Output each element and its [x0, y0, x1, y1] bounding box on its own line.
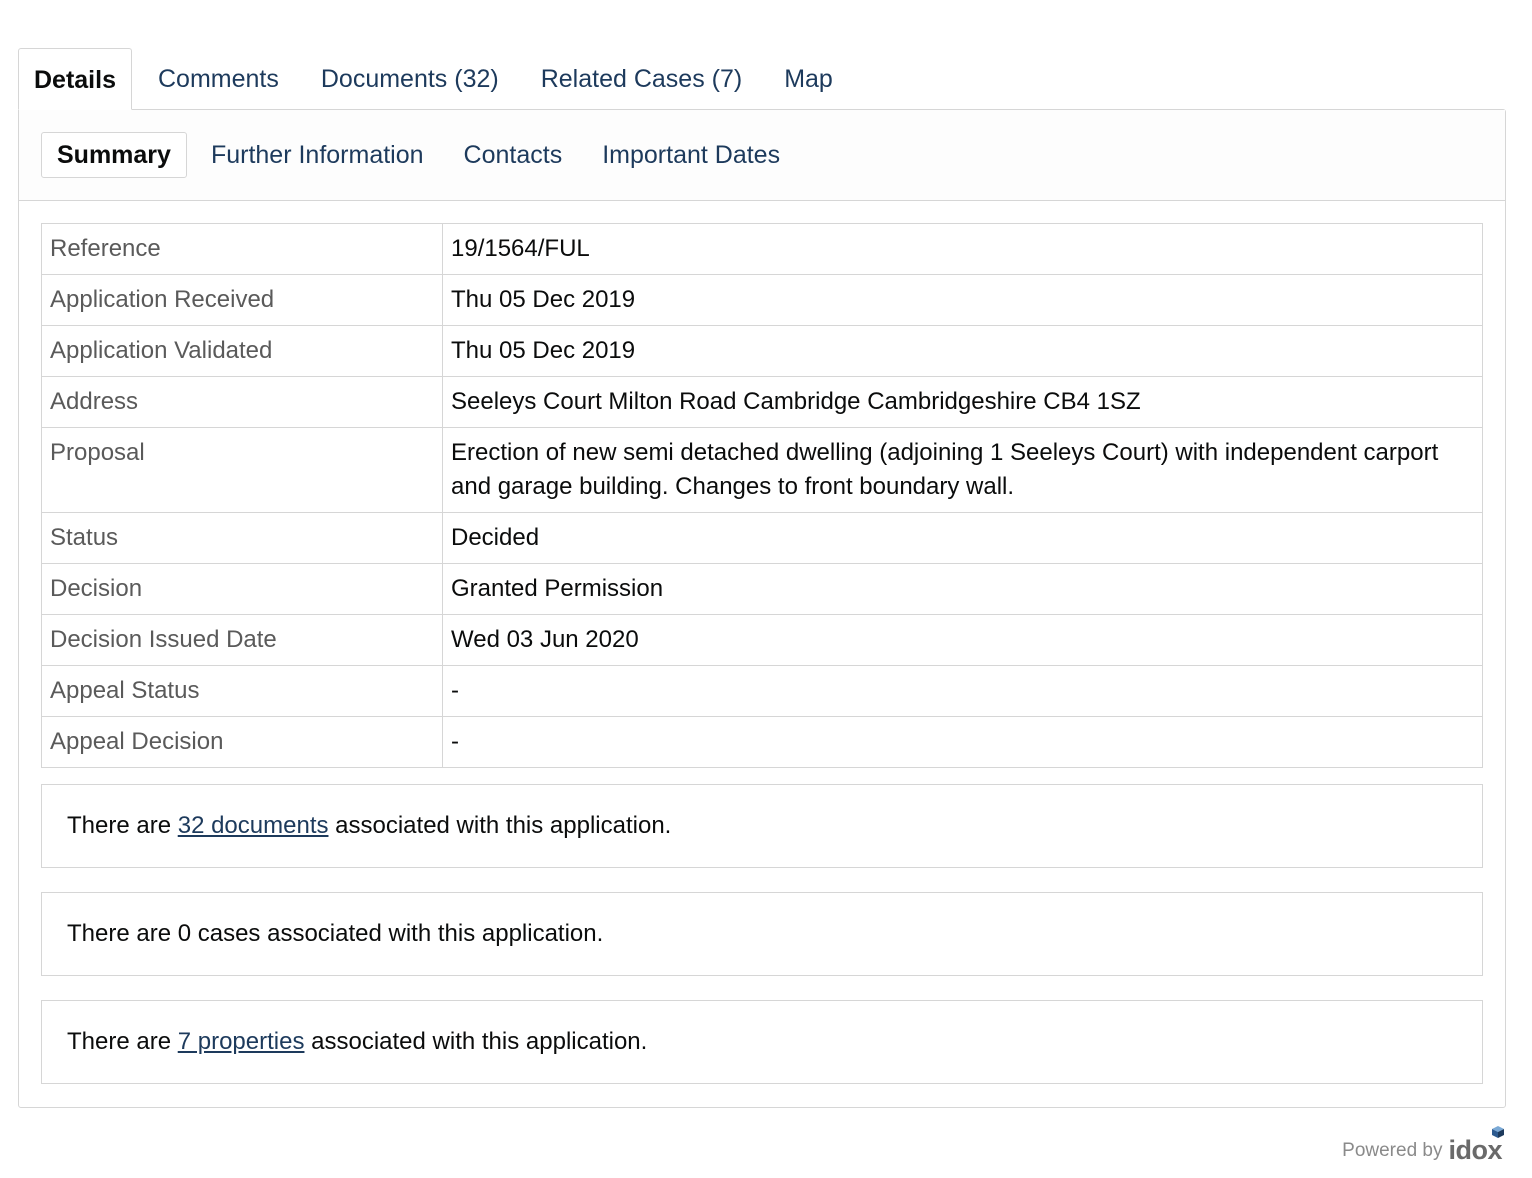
cases-info-box: There are 0 cases associated with this a… [41, 892, 1483, 976]
row-value-reference: 19/1564/FUL [442, 223, 1483, 275]
row-value-application-received: Thu 05 Dec 2019 [442, 274, 1483, 326]
table-row: Appeal Status - [41, 665, 1483, 717]
documents-info-box: There are 32 documents associated with t… [41, 784, 1483, 868]
row-value-decision-issued-date: Wed 03 Jun 2020 [442, 614, 1483, 666]
properties-link[interactable]: 7 properties [178, 1028, 305, 1055]
powered-by-footer: Powered by idox [1342, 1126, 1504, 1166]
cases-info-text: There are 0 cases associated with this a… [67, 920, 604, 947]
idox-logo: idox [1448, 1126, 1504, 1166]
table-row: Reference 19/1564/FUL [41, 223, 1483, 275]
table-row: Address Seeleys Court Milton Road Cambri… [41, 376, 1483, 428]
row-value-appeal-status: - [442, 665, 1483, 717]
main-tabs: Details Comments Documents (32) Related … [18, 48, 1506, 110]
table-row: Appeal Decision - [41, 716, 1483, 768]
row-label-application-received: Application Received [41, 274, 443, 326]
properties-info-prefix: There are [67, 1028, 178, 1055]
row-value-decision: Granted Permission [442, 563, 1483, 615]
cube-icon [1492, 1126, 1504, 1138]
tab-details[interactable]: Details [18, 48, 132, 110]
row-label-application-validated: Application Validated [41, 325, 443, 377]
row-label-decision: Decision [41, 563, 443, 615]
row-label-reference: Reference [41, 223, 443, 275]
table-row: Application Validated Thu 05 Dec 2019 [41, 325, 1483, 377]
table-row: Decision Granted Permission [41, 563, 1483, 615]
row-label-proposal: Proposal [41, 427, 443, 513]
row-value-proposal: Erection of new semi detached dwelling (… [442, 427, 1483, 513]
subtab-summary[interactable]: Summary [41, 132, 187, 178]
properties-info-box: There are 7 properties associated with t… [41, 1000, 1483, 1084]
row-value-appeal-decision: - [442, 716, 1483, 768]
table-row: Application Received Thu 05 Dec 2019 [41, 274, 1483, 326]
tab-map[interactable]: Map [763, 48, 854, 110]
application-details: Details Comments Documents (32) Related … [18, 48, 1506, 1108]
documents-link[interactable]: 32 documents [178, 812, 329, 839]
sub-tabs: Summary Further Information Contacts Imp… [19, 110, 1505, 201]
idox-brand-text: idox [1448, 1135, 1502, 1165]
details-panel: Summary Further Information Contacts Imp… [18, 109, 1506, 1108]
row-label-appeal-decision: Appeal Decision [41, 716, 443, 768]
row-value-application-validated: Thu 05 Dec 2019 [442, 325, 1483, 377]
table-row: Status Decided [41, 512, 1483, 564]
subtab-important-dates[interactable]: Important Dates [582, 133, 800, 177]
tab-documents[interactable]: Documents (32) [300, 48, 520, 110]
row-label-appeal-status: Appeal Status [41, 665, 443, 717]
table-row: Proposal Erection of new semi detached d… [41, 427, 1483, 513]
row-value-status: Decided [442, 512, 1483, 564]
tab-comments[interactable]: Comments [132, 48, 300, 110]
row-label-status: Status [41, 512, 443, 564]
row-label-address: Address [41, 376, 443, 428]
properties-info-suffix: associated with this application. [304, 1028, 648, 1055]
documents-info-suffix: associated with this application. [328, 812, 672, 839]
documents-info-prefix: There are [67, 812, 178, 839]
subtab-contacts[interactable]: Contacts [444, 133, 583, 177]
powered-by-text: Powered by [1342, 1140, 1443, 1161]
subtab-further-information[interactable]: Further Information [195, 133, 444, 177]
summary-table: Reference 19/1564/FUL Application Receiv… [41, 223, 1483, 768]
table-row: Decision Issued Date Wed 03 Jun 2020 [41, 614, 1483, 666]
row-value-address: Seeleys Court Milton Road Cambridge Camb… [442, 376, 1483, 428]
tab-related-cases[interactable]: Related Cases (7) [520, 48, 763, 110]
row-label-decision-issued-date: Decision Issued Date [41, 614, 443, 666]
